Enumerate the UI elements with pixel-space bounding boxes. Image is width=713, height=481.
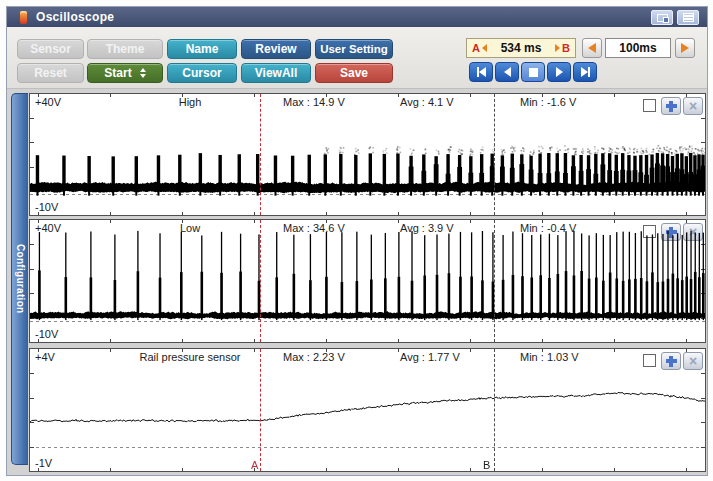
review-button[interactable]: Review	[241, 39, 311, 59]
cursor-b-arrow-icon	[555, 44, 560, 52]
zoom-in-button[interactable]	[661, 352, 681, 370]
cursor-a-line[interactable]	[260, 349, 261, 471]
capture-icon	[657, 14, 668, 22]
cursor-a-line[interactable]	[260, 94, 261, 215]
close-icon: ×	[689, 99, 697, 113]
cursor-b-line[interactable]	[494, 220, 495, 342]
close-icon: ×	[689, 225, 697, 239]
channel-panel-rail-pressure: +4V Rail pressure sensor Max : 2.23 V Av…	[29, 348, 706, 472]
channel-checkbox[interactable]	[643, 354, 656, 367]
close-channel-button[interactable]: ×	[683, 97, 703, 115]
plus-icon	[666, 227, 677, 238]
step-back-button[interactable]	[495, 62, 519, 82]
stop-button[interactable]	[521, 62, 545, 82]
close-channel-button[interactable]: ×	[683, 223, 703, 241]
left-arrow-icon	[588, 43, 596, 53]
cursor-button[interactable]: Cursor	[167, 63, 237, 83]
plot-area: Configuration +40V High Max : 14.9 V Avg…	[7, 89, 707, 475]
channel-name: Low	[105, 222, 275, 234]
max-value: Max : 2.23 V	[283, 351, 345, 363]
scale-bottom-label: -10V	[35, 201, 58, 213]
window-capture-button[interactable]	[651, 10, 673, 25]
step-forward-button[interactable]	[547, 62, 571, 82]
cursor-b-bottom-label: B	[483, 459, 490, 471]
timebase-decrease-button[interactable]	[582, 38, 602, 58]
save-button[interactable]: Save	[315, 63, 393, 83]
avg-value: Avg : 1.77 V	[400, 351, 460, 363]
timebase-increase-button[interactable]	[675, 38, 695, 58]
avg-value: Avg : 3.9 V	[400, 222, 454, 234]
skip-end-button[interactable]	[573, 62, 597, 82]
min-value: Min : -0.4 V	[520, 222, 576, 234]
waveform-canvas-high	[30, 94, 705, 215]
cursor-b-line[interactable]	[494, 349, 495, 471]
scale-bottom-label: -1V	[35, 457, 52, 469]
start-button[interactable]: Start	[87, 63, 163, 83]
reset-button[interactable]: Reset	[17, 63, 84, 83]
window-minimize-button[interactable]	[677, 10, 699, 25]
app-icon	[20, 11, 27, 24]
scale-top-label: +40V	[35, 96, 61, 108]
channel-name: Rail pressure sensor	[105, 351, 275, 363]
close-icon: ×	[689, 354, 697, 368]
max-value: Max : 14.9 V	[283, 96, 345, 108]
cursor-b-label: B	[562, 42, 570, 54]
theme-button[interactable]: Theme	[87, 39, 163, 59]
close-channel-button[interactable]: ×	[683, 352, 703, 370]
zoom-in-button[interactable]	[661, 97, 681, 115]
channel-checkbox[interactable]	[643, 99, 656, 112]
cursor-time-display: A 534 ms B	[466, 38, 576, 58]
channel-checkbox[interactable]	[643, 225, 656, 238]
scale-top-label: +4V	[35, 351, 55, 363]
right-arrow-icon	[681, 43, 689, 53]
configuration-tab[interactable]: Configuration	[11, 93, 28, 465]
skip-start-button[interactable]	[469, 62, 493, 82]
max-value: Max : 34.6 V	[283, 222, 345, 234]
min-value: Min : -1.6 V	[520, 96, 576, 108]
channel-name: High	[105, 96, 275, 108]
cursor-b-line[interactable]	[494, 94, 495, 215]
step-back-icon	[504, 67, 511, 77]
skip-end-icon	[581, 67, 588, 77]
scale-top-label: +40V	[35, 222, 61, 234]
minimize-icon	[683, 13, 694, 22]
channel-panel-low: +40V Low Max : 34.6 V Avg : 3.9 V Min : …	[29, 219, 706, 343]
scale-bottom-label: -10V	[35, 328, 58, 340]
avg-value: Avg : 4.1 V	[400, 96, 454, 108]
cursor-a-line[interactable]	[260, 220, 261, 342]
channel-panel-high: +40V High Max : 14.9 V Avg : 4.1 V Min :…	[29, 93, 706, 216]
titlebar[interactable]: Oscilloscope	[7, 7, 707, 27]
cursor-a-bottom-label: A	[251, 459, 258, 471]
plus-icon	[666, 101, 677, 112]
min-value: Min : 1.03 V	[520, 351, 579, 363]
waveform-canvas-low	[30, 220, 705, 342]
viewall-button[interactable]: ViewAll	[241, 63, 311, 83]
cursor-a-label: A	[472, 42, 480, 54]
configuration-tab-label: Configuration	[15, 244, 26, 313]
timebase-display: 100ms	[605, 38, 671, 58]
user-setting-button[interactable]: User Setting	[315, 39, 393, 59]
plus-icon	[666, 356, 677, 367]
name-button[interactable]: Name	[167, 39, 237, 59]
start-spinner-icon	[140, 68, 146, 78]
oscilloscope-window: Oscilloscope Sensor Theme Name Review Us…	[6, 6, 708, 476]
zoom-in-button[interactable]	[661, 223, 681, 241]
toolbar: Sensor Theme Name Review User Setting Re…	[7, 27, 707, 89]
cursor-time-value: 534 ms	[487, 41, 555, 55]
waveform-canvas-rail-pressure	[30, 349, 705, 471]
sensor-button[interactable]: Sensor	[17, 39, 84, 59]
window-title: Oscilloscope	[36, 10, 114, 24]
step-forward-icon	[556, 67, 563, 77]
stop-icon	[529, 68, 538, 77]
